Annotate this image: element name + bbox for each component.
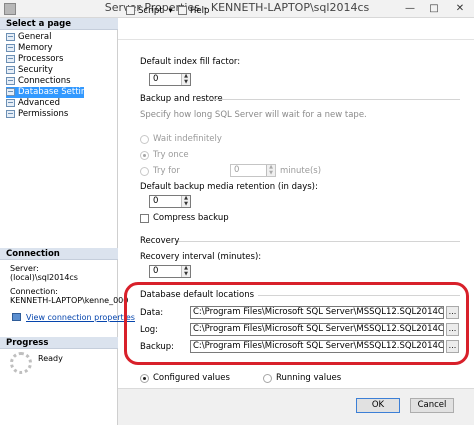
cancel-button[interactable]: Cancel	[410, 398, 454, 413]
spin-arrows-icon[interactable]: ▲ ▼	[181, 265, 190, 277]
page-icon	[6, 87, 15, 96]
page-icon	[6, 32, 15, 41]
select-page-header: Select a page	[0, 18, 118, 30]
title-bar: Server Properties - KENNETH-LAPTOP\sql20…	[0, 0, 474, 18]
help-button[interactable]: Help	[178, 5, 209, 17]
wait-indefinitely-label: Wait indefinitely	[153, 134, 222, 144]
sidebar-item-permissions[interactable]: Permissions	[6, 109, 114, 120]
retention-label: Default backup media retention (in days)…	[140, 182, 318, 192]
spin-arrows-icon[interactable]: ▲ ▼	[266, 164, 275, 176]
connection-value: KENNETH-LAPTOP\kenne_000	[10, 296, 129, 305]
sidebar-item-security[interactable]: Security	[6, 65, 114, 76]
recovery-interval-label: Recovery interval (minutes):	[140, 252, 262, 262]
recovery-interval-value: 0	[153, 266, 159, 276]
try-for-stepper[interactable]: 0 ▲ ▼	[230, 164, 276, 177]
try-for-label: Try for	[153, 166, 180, 176]
fill-factor-label: Default index fill factor:	[140, 57, 241, 67]
close-button[interactable]: ✕	[446, 0, 474, 18]
sidebar-item-connections[interactable]: Connections	[6, 76, 114, 87]
retention-value: 0	[153, 196, 159, 206]
sidebar-item-memory[interactable]: Memory	[6, 43, 114, 54]
script-icon	[126, 6, 135, 15]
connection-header: Connection	[0, 248, 118, 260]
page-icon	[6, 43, 15, 52]
highlight-annotation	[124, 282, 469, 365]
recovery-title: Recovery	[140, 236, 180, 246]
try-once-label: Try once	[153, 150, 189, 160]
fill-factor-value: 0	[153, 74, 159, 84]
view-connection-properties-link[interactable]: View connection properties	[26, 313, 135, 322]
minimize-button[interactable]: —	[398, 0, 422, 18]
sidebar-item-general[interactable]: General	[6, 32, 114, 43]
server-label: Server:	[10, 264, 39, 273]
progress-spinner-icon	[10, 352, 32, 374]
help-icon	[178, 6, 187, 15]
backup-restore-hint: Specify how long SQL Server will wait fo…	[140, 110, 367, 120]
section-divider	[210, 99, 460, 100]
compress-backup-checkbox[interactable]	[140, 214, 149, 223]
progress-status: Ready	[38, 354, 63, 363]
recovery-interval-stepper[interactable]: 0 ▲ ▼	[149, 265, 191, 278]
running-values-radio[interactable]	[263, 374, 272, 383]
connection-label: Connection:	[10, 287, 58, 296]
page-icon	[6, 98, 15, 107]
page-icon	[6, 76, 15, 85]
running-values-label: Running values	[276, 373, 342, 383]
connection-properties-icon	[12, 313, 21, 321]
ok-button[interactable]: OK	[356, 398, 400, 413]
wait-indefinitely-radio[interactable]	[140, 135, 149, 144]
section-divider	[178, 241, 460, 242]
compress-backup-label: Compress backup	[153, 213, 229, 223]
sidebar-item-database-settings[interactable]: Database Settings	[6, 87, 96, 98]
page-icon	[6, 54, 15, 63]
script-dropdown-icon: ▾	[168, 6, 173, 16]
try-for-radio[interactable]	[140, 167, 149, 176]
spin-arrows-icon[interactable]: ▲ ▼	[181, 195, 190, 207]
minutes-label: minute(s)	[280, 166, 322, 176]
sidebar-item-processors[interactable]: Processors	[6, 54, 114, 65]
server-value: (local)\sql2014cs	[10, 273, 78, 282]
configured-values-radio[interactable]	[140, 374, 149, 383]
sidebar-item-advanced[interactable]: Advanced	[6, 98, 114, 109]
fill-factor-stepper[interactable]: 0 ▲ ▼	[149, 73, 191, 86]
maximize-button[interactable]: □	[422, 0, 446, 18]
spin-arrows-icon[interactable]: ▲ ▼	[181, 73, 190, 85]
configured-values-label: Configured values	[153, 373, 230, 383]
page-icon	[6, 109, 15, 118]
toolbar	[118, 18, 474, 40]
retention-stepper[interactable]: 0 ▲ ▼	[149, 195, 191, 208]
page-icon	[6, 65, 15, 74]
script-button[interactable]: Script ▾	[126, 5, 173, 17]
progress-header: Progress	[0, 337, 118, 349]
try-for-value: 0	[234, 165, 240, 175]
try-once-radio[interactable]	[140, 151, 149, 160]
